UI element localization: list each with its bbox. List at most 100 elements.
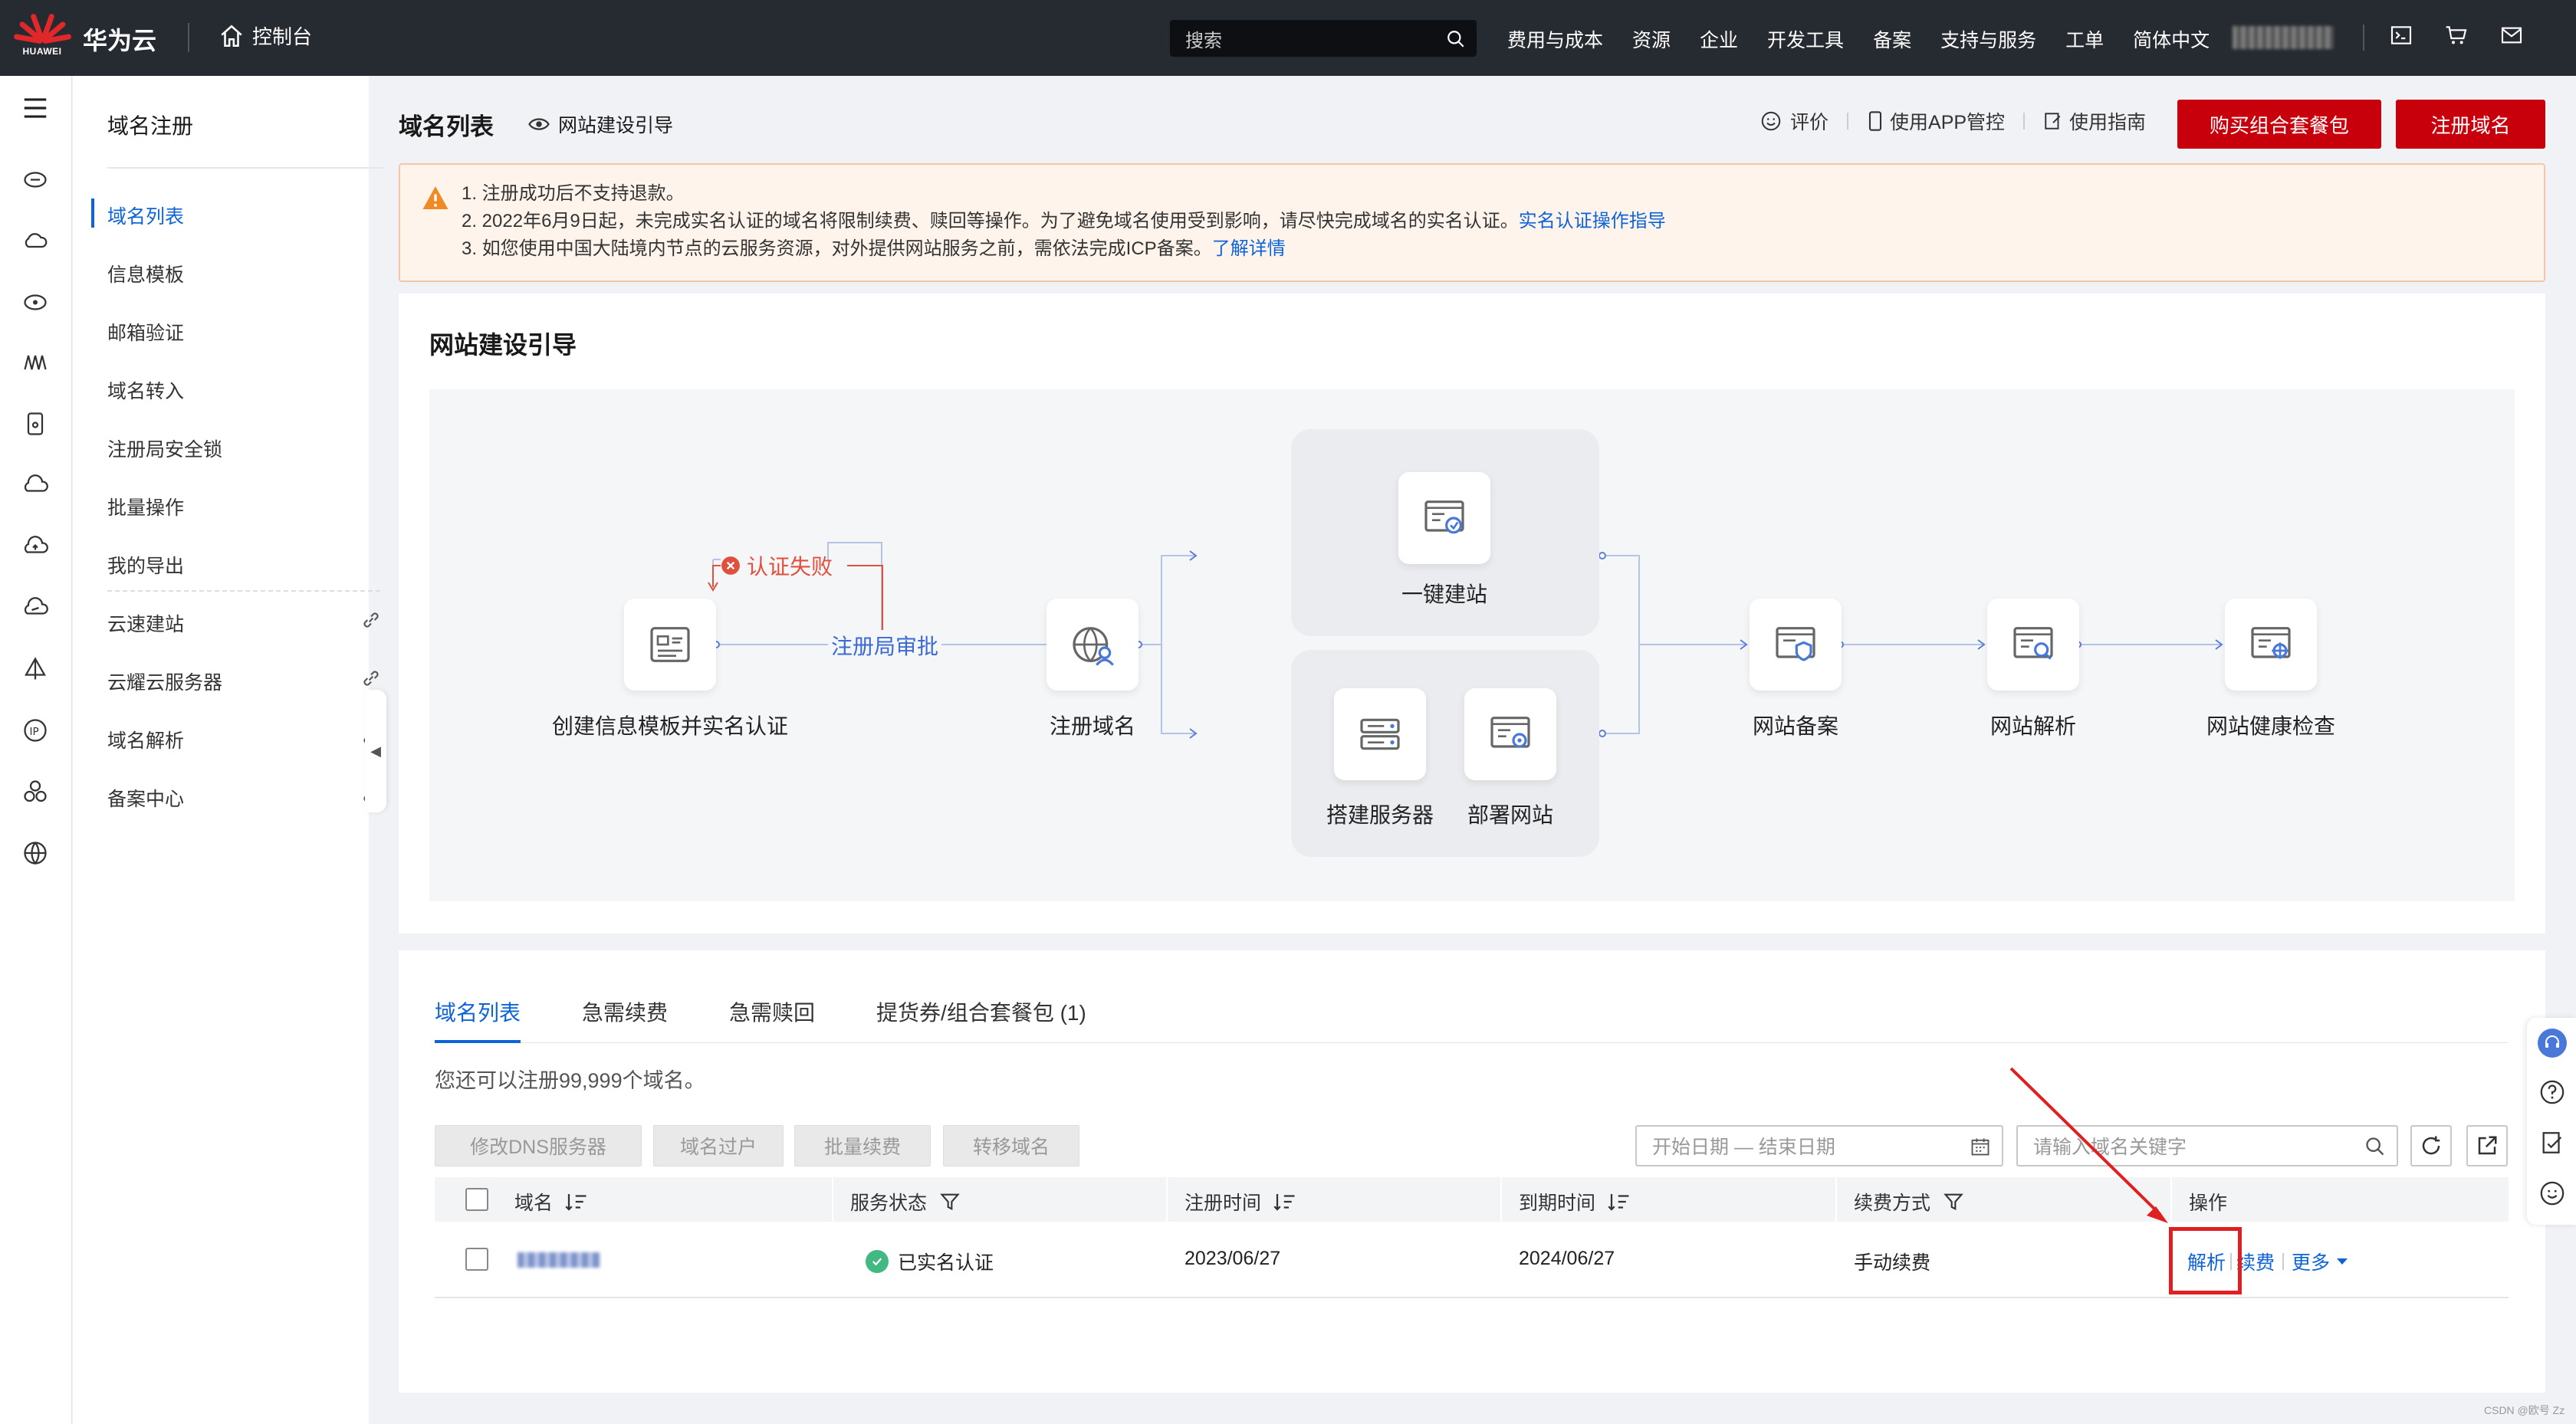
search-icon[interactable] [1446, 29, 1466, 49]
sidebar-item-export[interactable]: 我的导出 [107, 551, 414, 579]
tab-urgent-renew[interactable]: 急需续费 [582, 996, 668, 1027]
caret-down-icon [2337, 1258, 2348, 1265]
cart-icon[interactable] [2444, 23, 2469, 48]
tab-vouchers[interactable]: 提货券/组合套餐包 (1) [876, 996, 1086, 1027]
col-renew-mode-label: 续费方式 [1854, 1193, 1931, 1214]
nav-support[interactable]: 支持与服务 [1940, 25, 2036, 53]
resolve-node[interactable] [1987, 599, 2079, 691]
tab-domain-list[interactable]: 域名列表 [435, 996, 521, 1027]
manual-button[interactable]: 使用指南 [2043, 107, 2146, 135]
modify-dns-button[interactable]: 修改DNS服务器 [435, 1125, 642, 1166]
cloud-upload-icon[interactable] [18, 530, 52, 563]
divider [2023, 113, 2026, 130]
divider [188, 23, 189, 52]
realname-guide-link[interactable]: 实名认证操作指导 [1519, 211, 1666, 231]
guide-toggle[interactable]: 网站建设引导 [527, 110, 673, 138]
rate-button[interactable]: 评价 [1760, 107, 1829, 135]
sidebar-item-domain-list[interactable]: 域名列表 [107, 202, 414, 229]
sidebar-item-batch[interactable]: 批量操作 [107, 493, 414, 520]
nav-resource[interactable]: 资源 [1632, 25, 1671, 53]
row-checkbox[interactable] [465, 1248, 488, 1271]
deploy-node[interactable] [1464, 688, 1556, 780]
server-label: 搭建服务器 [1326, 803, 1434, 827]
select-all-checkbox[interactable] [465, 1188, 488, 1211]
domain-name-blurred[interactable] [518, 1252, 600, 1268]
ip-icon[interactable]: IP [18, 714, 52, 747]
tab-urgent-redeem[interactable]: 急需赎回 [729, 996, 815, 1027]
buy-package-button[interactable]: 购买组合套餐包 [2177, 100, 2381, 149]
brand-name[interactable]: 华为云 [83, 21, 156, 57]
col-status-label: 服务状态 [850, 1193, 928, 1214]
search-icon[interactable] [2364, 1136, 2386, 1157]
refresh-button[interactable] [2410, 1125, 2452, 1166]
health-node[interactable] [2225, 599, 2317, 691]
notice-line-2: 2. 2022年6月9日起，未完成实名认证的域名将限制续费、赎回等操作。为了避免… [462, 211, 1519, 231]
cloud-icon[interactable] [18, 223, 52, 257]
user-name-blurred[interactable] [2233, 26, 2334, 49]
cloud-server-icon[interactable] [18, 162, 52, 195]
help-icon[interactable] [2539, 1079, 2565, 1105]
smile-icon[interactable] [2539, 1180, 2565, 1206]
console-link[interactable]: 控制台 [219, 21, 312, 50]
sort-icon[interactable] [565, 1192, 588, 1212]
site-builder-icon [1424, 500, 1464, 534]
nav-cost[interactable]: 费用与成本 [1507, 25, 1603, 53]
triangle-icon[interactable] [18, 652, 52, 686]
site-guide-card: 网站建设引导 认证失败 注册局审批 创建信息模板并实名认证 注册域名 一键建站 … [399, 294, 2545, 933]
date-range-picker[interactable]: 开始日期 — 结束日期 [1635, 1125, 2003, 1166]
customer-service-icon[interactable] [2538, 1029, 2567, 1058]
sidebar-item-label: 备案中心 [107, 789, 185, 810]
register-domain-button[interactable]: 注册域名 [2396, 100, 2545, 149]
learn-more-link[interactable]: 了解详情 [1212, 238, 1286, 259]
storage-icon[interactable] [18, 407, 52, 441]
cloud-service-icon[interactable] [18, 468, 52, 502]
refresh-icon [2422, 1136, 2440, 1155]
renew-mode-cell: 手动续费 [1854, 1252, 1931, 1274]
sidebar-item-registry-lock[interactable]: 注册局安全锁 [107, 435, 414, 462]
batch-renew-button[interactable]: 批量续费 [794, 1125, 931, 1166]
huawei-logo[interactable]: HUAWEI [13, 11, 72, 64]
sort-icon[interactable] [1608, 1192, 1631, 1212]
cluster-icon[interactable] [18, 775, 52, 809]
nav-language[interactable]: 简体中文 [2133, 25, 2210, 53]
nav-devtools[interactable]: 开发工具 [1767, 25, 1844, 53]
nav-enterprise[interactable]: 企业 [1700, 25, 1738, 53]
sidebar-item-info-template[interactable]: 信息模板 [107, 260, 414, 287]
highlight-box [2169, 1227, 2242, 1294]
transfer-domain-button[interactable]: 转移域名 [943, 1125, 1079, 1166]
onekey-node[interactable] [1398, 472, 1490, 564]
collapse-sidebar-handle[interactable]: ◀ [365, 690, 386, 812]
sort-icon[interactable] [1273, 1192, 1296, 1212]
top-bar: HUAWEI 华为云 控制台 搜索 费用与成本 资源 企业 开发工具 备案 支持… [0, 0, 2576, 76]
server-node[interactable] [1334, 688, 1426, 780]
manual-label: 使用指南 [2069, 112, 2147, 133]
search-input[interactable]: 搜索 [1170, 20, 1477, 57]
globe-icon[interactable] [18, 836, 52, 870]
sidebar-item-email-verify[interactable]: 邮箱验证 [107, 318, 414, 346]
monitor-icon[interactable] [18, 346, 52, 379]
domain-search-input[interactable]: 请输入域名关键字 [2016, 1125, 2398, 1166]
more-actions-dropdown[interactable]: 更多 [2292, 1248, 2348, 1275]
menu-icon[interactable] [18, 91, 52, 125]
sidebar-item-site-builder[interactable]: 云速建站 [107, 609, 414, 637]
notice-banner: 1. 注册成功后不支持退款。 2. 2022年6月9日起，未完成实名认证的域名将… [399, 163, 2545, 282]
filter-icon[interactable] [1943, 1191, 1964, 1212]
beian-node[interactable] [1750, 599, 1842, 691]
renew-action-link[interactable]: 续费 [2236, 1248, 2275, 1275]
register-node[interactable] [1046, 599, 1138, 691]
sidebar-item-transfer-in[interactable]: 域名转入 [107, 376, 414, 404]
filter-icon[interactable] [939, 1191, 961, 1212]
app-control-button[interactable]: 使用APP管控 [1867, 107, 2005, 135]
export-button[interactable] [2466, 1125, 2508, 1166]
table-header: 域名 服务状态 注册时间 到期时间 续费方式 操作 [435, 1177, 2509, 1222]
nav-beian[interactable]: 备案 [1873, 25, 1911, 53]
mail-icon[interactable] [2499, 23, 2524, 48]
transfer-owner-button[interactable]: 域名过户 [653, 1125, 784, 1166]
service-icon-bar: IP [0, 76, 72, 1424]
cloud-db-icon[interactable] [18, 284, 52, 318]
terminal-icon[interactable] [2389, 23, 2413, 48]
template-node[interactable] [624, 599, 716, 691]
feedback-icon[interactable] [2539, 1130, 2565, 1156]
cloud-network-icon[interactable] [18, 591, 52, 625]
nav-ticket[interactable]: 工单 [2065, 25, 2104, 53]
